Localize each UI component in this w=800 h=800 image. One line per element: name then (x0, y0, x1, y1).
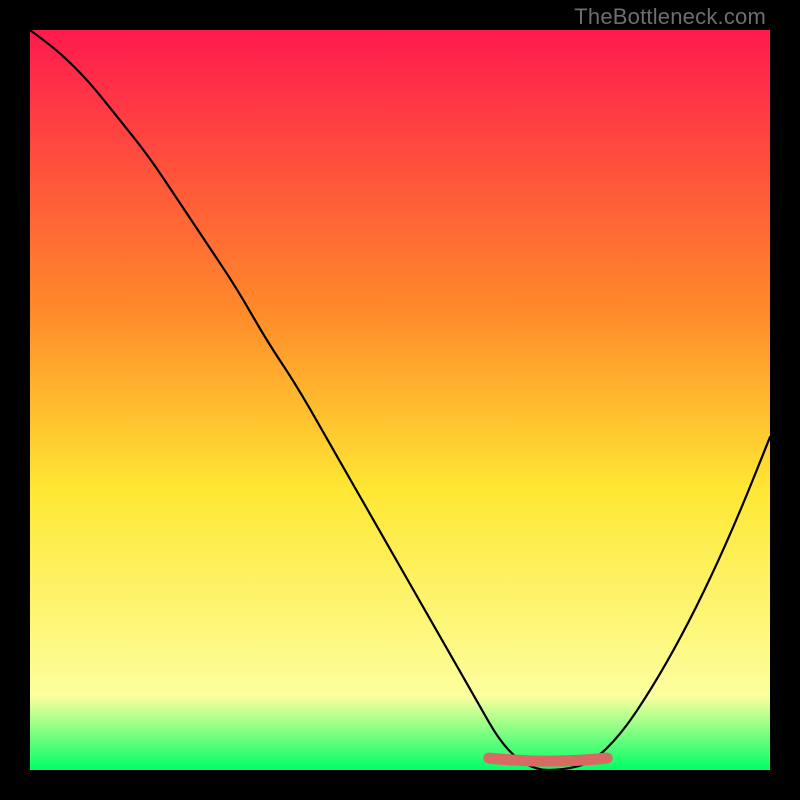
bottleneck-chart (30, 30, 770, 770)
chart-frame (30, 30, 770, 770)
optimal-region-marker (489, 758, 607, 761)
chart-background-gradient (30, 30, 770, 770)
watermark-text: TheBottleneck.com (574, 4, 766, 30)
